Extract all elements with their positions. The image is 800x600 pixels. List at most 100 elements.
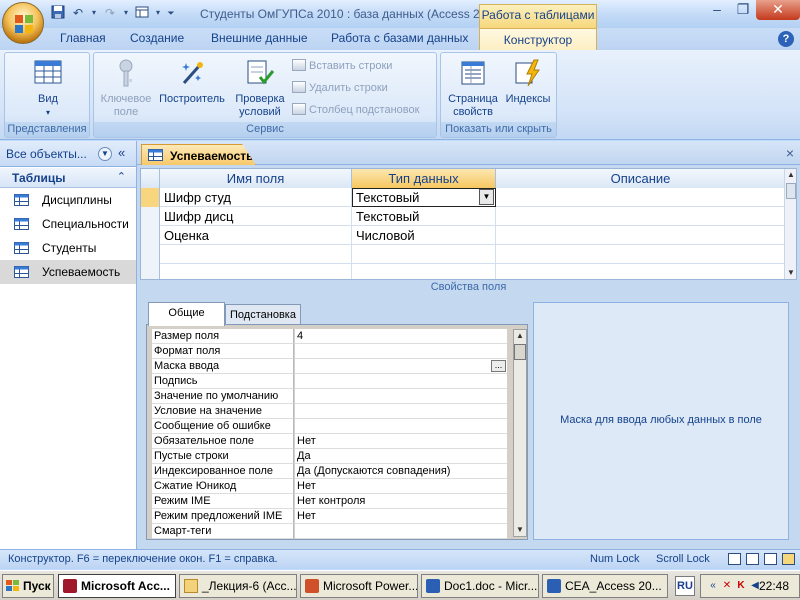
view-dropdown-icon[interactable]: ▾ [154,5,162,21]
insert-rows-button[interactable]: Вставить строки [292,59,392,72]
property-row[interactable]: Формат поля [152,344,507,359]
property-value[interactable]: Нет [295,509,507,524]
field-name-cell[interactable]: Шифр студ [160,188,352,207]
customize-qat-icon[interactable]: ⏷ [166,5,176,21]
primary-key-button[interactable]: Ключевое поле [98,57,154,119]
pivot-chart-view-icon[interactable] [764,553,777,565]
builder-button[interactable]: Построитель [156,57,228,106]
row-selector[interactable] [141,207,160,226]
column-header-field-name[interactable]: Имя поля [160,169,352,188]
undo-dropdown-icon[interactable]: ▾ [90,5,98,21]
data-type-cell[interactable] [352,264,496,279]
design-view-icon[interactable] [782,553,795,565]
property-row[interactable]: Условие на значение [152,404,507,419]
nav-menu-chevron-icon[interactable]: ▼ [98,147,112,161]
property-value[interactable] [295,419,507,434]
tab-database-tools[interactable]: Работа с базами данных [331,31,468,45]
scroll-up-icon[interactable]: ▲ [514,330,526,342]
property-row[interactable]: Обязательное поле Нет [152,434,507,449]
office-button[interactable] [2,2,44,44]
properties-scrollbar[interactable]: ▲ ▼ [513,329,527,537]
property-row[interactable]: Режим IME Нет контроля [152,494,507,509]
taskbar-item-folder[interactable]: _Лекция-6 (Acc... [179,574,297,598]
tab-create[interactable]: Создание [130,31,184,45]
datasheet-view-icon[interactable] [728,553,741,565]
data-type-cell[interactable]: Текстовый [352,207,496,226]
help-icon[interactable]: ? [778,31,794,47]
nav-title[interactable]: Все объекты... [6,147,87,161]
row-selector[interactable] [141,264,160,279]
tab-general[interactable]: Общие [148,302,225,326]
property-value[interactable]: Да [295,449,507,464]
description-cell[interactable] [496,264,786,279]
antivirus-icon[interactable]: K [735,580,747,592]
row-selector[interactable] [141,188,160,207]
tray-expand-icon[interactable]: « [707,580,719,592]
property-value[interactable]: Да (Допускаются совпадения) [295,464,507,479]
nav-item-students[interactable]: Студенты [0,236,136,260]
view-switch-icon[interactable] [134,5,150,21]
test-validation-button[interactable]: Проверка условий [230,57,290,119]
chevron-up-icon[interactable]: ⌃ [117,170,126,183]
taskbar-item-word-doc1[interactable]: Doc1.doc - Micr... [421,574,539,598]
property-value[interactable] [295,344,507,359]
property-row[interactable]: Режим предложений IME Нет [152,509,507,524]
tab-external-data[interactable]: Внешние данные [211,31,308,45]
taskbar-item-powerpoint[interactable]: Microsoft Power... [300,574,418,598]
property-value[interactable] [295,389,507,404]
redo-icon[interactable]: ↷ [102,5,118,21]
property-row[interactable]: Сообщение об ошибке [152,419,507,434]
column-header-data-type[interactable]: Тип данных [352,169,496,188]
property-row[interactable]: Подпись [152,374,507,389]
minimize-button[interactable]: – [704,0,730,20]
nav-item-specialties[interactable]: Специальности [0,212,136,236]
scroll-down-icon[interactable]: ▼ [514,524,526,536]
delete-rows-button[interactable]: Удалить строки [292,81,388,94]
row-selector[interactable] [141,245,160,264]
document-tab[interactable]: Успеваемость [141,144,256,165]
tab-home[interactable]: Главная [60,31,106,45]
tray-network-icon[interactable]: ✕ [721,580,733,592]
property-value[interactable]: 4 [295,329,507,344]
data-type-cell[interactable]: Числовой [352,226,496,245]
start-button[interactable]: Пуск [2,574,54,598]
description-cell[interactable] [496,245,786,264]
property-value[interactable] [295,374,507,389]
property-row[interactable]: Размер поля 4 [152,329,507,344]
save-icon[interactable] [50,5,66,21]
taskbar-item-word-cea[interactable]: CEA_Access 20... [542,574,668,598]
nav-item-disciplines[interactable]: Дисциплины [0,188,136,212]
language-indicator[interactable]: RU [675,576,695,596]
close-button[interactable]: ✕ [756,0,800,20]
property-value[interactable] [295,524,507,539]
scroll-down-icon[interactable]: ▼ [785,267,796,279]
scrollbar-thumb[interactable] [786,183,796,199]
property-value[interactable]: Нет контроля [295,494,507,509]
property-value[interactable]: ... [295,359,507,374]
indexes-button[interactable]: Индексы [503,57,553,106]
column-header-description[interactable]: Описание [496,169,786,188]
tab-design[interactable]: Конструктор [479,28,597,51]
property-row[interactable]: Пустые строки Да [152,449,507,464]
data-type-cell[interactable] [352,245,496,264]
scrollbar-thumb[interactable] [514,344,526,360]
property-row[interactable]: Значение по умолчанию [152,389,507,404]
redo-dropdown-icon[interactable]: ▾ [122,5,130,21]
nav-item-progress[interactable]: Успеваемость [0,260,136,284]
property-row[interactable]: Смарт-теги [152,524,507,539]
property-row[interactable]: Маска ввода... [152,359,507,374]
tab-lookup[interactable]: Подстановка [225,304,301,324]
property-row[interactable]: Индексированное поле Да (Допускаются совп… [152,464,507,479]
property-row[interactable]: Сжатие Юникод Нет [152,479,507,494]
lookup-column-button[interactable]: Столбец подстановок [292,103,419,116]
description-cell[interactable] [496,226,786,245]
taskbar-item-access[interactable]: Microsoft Acc... [58,574,176,598]
input-mask-builder-button[interactable]: ... [491,360,506,372]
data-type-dropdown-icon[interactable]: ▼ [479,189,494,205]
property-sheet-button[interactable]: Страница свойств [445,57,501,119]
grid-scrollbar[interactable]: ▲ ▼ [784,169,796,279]
description-cell[interactable] [496,188,786,207]
field-name-cell[interactable]: Шифр дисц [160,207,352,226]
undo-icon[interactable]: ↶ [70,5,86,21]
property-value[interactable]: Нет [295,479,507,494]
